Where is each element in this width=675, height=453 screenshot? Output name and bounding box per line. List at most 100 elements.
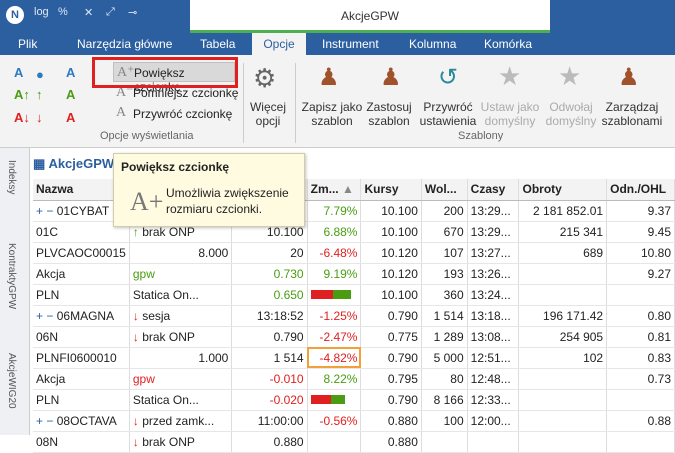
restore-settings-line1: Przywróć [423, 100, 473, 114]
cell-ref: 9.45 [606, 221, 675, 243]
col-czasy[interactable]: Czasy [467, 179, 520, 201]
font-up-icon-2[interactable]: A [66, 87, 75, 102]
menu-instrument[interactable]: Instrument [322, 33, 384, 55]
menu-komorka[interactable]: Komórka [484, 33, 536, 55]
cell-ref: 0.81 [606, 326, 675, 348]
cell-name: PLN [33, 284, 130, 306]
cell-volume: 200 [421, 200, 468, 222]
restore-settings-button[interactable]: Przywróć ustawienia [418, 100, 478, 128]
cell-change-selected[interactable]: -4.82% [307, 347, 362, 369]
cell-time: 12:33... [467, 389, 520, 411]
col-zmiana[interactable]: Zm... ▲ [307, 179, 362, 201]
cross-icon[interactable]: ✕ [84, 6, 93, 19]
bar-negative [310, 394, 331, 404]
pin-icon[interactable]: ⊸ [128, 6, 137, 19]
menu-narzedzia[interactable]: Narzędzia główne [77, 33, 183, 55]
menu-kolumna[interactable]: Kolumna [409, 33, 461, 55]
cell-change: 8.22% [307, 368, 362, 390]
arrow-up-icon[interactable]: ↑ [36, 87, 43, 102]
cell: 13:18:52 [231, 305, 308, 327]
font-down-icon[interactable]: A↓ [14, 110, 30, 125]
manage-templates-line1: Zarządzaj [605, 100, 659, 114]
cell-ref [606, 431, 675, 453]
cell-name: PLNFI0600010 [33, 347, 130, 369]
apply-template-button[interactable]: Zastosuj szablon [363, 100, 415, 128]
change-bar [310, 288, 351, 302]
font-down-icon-2[interactable]: A [66, 110, 75, 125]
cell-change: -0.56% [307, 410, 362, 432]
cell-ref: 0.83 [606, 347, 675, 369]
change-bar [310, 393, 345, 407]
table-row[interactable]: 08N ↓ brak ONP 0.880 0.880 [33, 431, 675, 453]
gear-icon[interactable]: ⚙ [253, 63, 276, 94]
cell-price: 0.790 [360, 389, 422, 411]
arrow-down-icon[interactable]: ↓ [36, 110, 43, 125]
menu-opcje[interactable]: Opcje [252, 33, 306, 55]
col-wolumen[interactable]: Wol... [421, 179, 468, 201]
cell: 1.000 [129, 347, 233, 369]
col-obroty[interactable]: Obroty [518, 179, 608, 201]
table-row[interactable]: + − 06MAGNA ↓ sesja 13:18:52 -1.25% 0.79… [33, 305, 675, 327]
cell: 8.000 [129, 242, 233, 264]
expand-icon[interactable]: ⤢ [106, 6, 115, 19]
font-up-icon[interactable]: A↑ [14, 87, 30, 102]
cell-price: 0.790 [360, 347, 422, 369]
expand-plus-icon[interactable]: + [36, 204, 43, 218]
sort-asc-icon: ▲ [341, 182, 354, 197]
row-name: 01CYBAT [56, 203, 110, 218]
dot-icon[interactable]: ● [36, 67, 44, 82]
cell-ref: 0.73 [606, 368, 675, 390]
cell-volume: 80 [421, 368, 468, 390]
manage-stamp-icon[interactable]: ♟ [618, 63, 640, 92]
cell: 0.730 [231, 263, 308, 285]
percent-button[interactable]: % [58, 6, 68, 18]
cell-time: 13:24... [467, 284, 520, 306]
table-row[interactable]: PLVCAOC00015 8.000 20 -6.48% 10.120 107 … [33, 242, 675, 264]
menu-plik[interactable]: Plik [18, 33, 46, 55]
table-row[interactable]: Akcja gpw -0.010 8.22% 0.795 80 12:48...… [33, 368, 675, 390]
expand-plus-icon[interactable]: + [36, 414, 43, 428]
collapse-minus-icon[interactable]: − [46, 414, 53, 428]
cell-turnover: 254 905 [518, 326, 608, 348]
apply-template-line1: Zastosuj [366, 100, 412, 114]
ribbon-separator [243, 63, 244, 143]
font-icon-2[interactable]: A [66, 65, 75, 80]
table-row[interactable]: Akcja gpw 0.730 9.19% 10.120 193 13:26..… [33, 263, 675, 285]
cell-bar [307, 284, 362, 306]
table-row[interactable]: 06N ↓ brak ONP 0.790 -2.47% 0.775 1 289 … [33, 326, 675, 348]
expand-plus-icon[interactable]: + [36, 309, 43, 323]
sidebar-tab-indeksy[interactable]: Indeksy [6, 160, 17, 194]
collapse-minus-icon[interactable]: − [46, 204, 53, 218]
font-icon[interactable]: A [14, 65, 23, 80]
col-odniesienie[interactable]: Odn./OHL [606, 179, 675, 201]
table-row[interactable]: PLNFI0600010 1.000 1 514 -4.82% 0.790 5 … [33, 347, 675, 369]
table-row[interactable]: PLN Statica On... 0.650 10.100 360 13:24… [33, 284, 675, 306]
save-template-button[interactable]: Zapisz jako szablon [300, 100, 364, 128]
arrow-down-icon: ↓ [132, 308, 139, 323]
cell-ref: 0.80 [606, 305, 675, 327]
cell-time: 12:51... [467, 347, 520, 369]
more-options-button[interactable]: Więcej opcji [246, 100, 290, 128]
table-row[interactable]: PLN Statica On... -0.020 0.790 8 166 12:… [33, 389, 675, 411]
cell-status: ↓ brak ONP [129, 326, 233, 348]
more-options-line2: opcji [255, 114, 281, 128]
log-scale-button[interactable]: log [34, 6, 49, 18]
cell: Statica On... [129, 284, 233, 306]
sidebar: Indeksy KontraktyGPW AkcjeWIG20 [0, 148, 30, 435]
manage-templates-button[interactable]: Zarządzaj szablonami [600, 100, 664, 128]
cell-price: 0.795 [360, 368, 422, 390]
menu-bar: Plik Narzędzia główne Tabela Opcje Instr… [0, 33, 675, 55]
restore-font-button[interactable]: A Przywróć czcionkę [113, 105, 239, 123]
collapse-minus-icon[interactable]: − [46, 309, 53, 323]
cell-name: PLVCAOC00015 [33, 242, 130, 264]
col-kursy[interactable]: Kursy [360, 179, 422, 201]
stamp-save-icon[interactable]: ♟ [318, 63, 340, 92]
sidebar-tab-kontrakty[interactable]: KontraktyGPW [6, 243, 17, 309]
menu-tabela[interactable]: Tabela [200, 33, 240, 55]
table-row[interactable]: + − 08OCTAVA ↓ przed zamk... 11:00:00 -0… [33, 410, 675, 432]
cell-name: Akcja [33, 368, 130, 390]
cell-turnover [518, 431, 608, 453]
restore-settings-icon[interactable]: ↺ [438, 63, 458, 92]
stamp-apply-icon[interactable]: ♟ [380, 63, 402, 92]
sidebar-tab-wig20[interactable]: AkcjeWIG20 [6, 353, 17, 409]
